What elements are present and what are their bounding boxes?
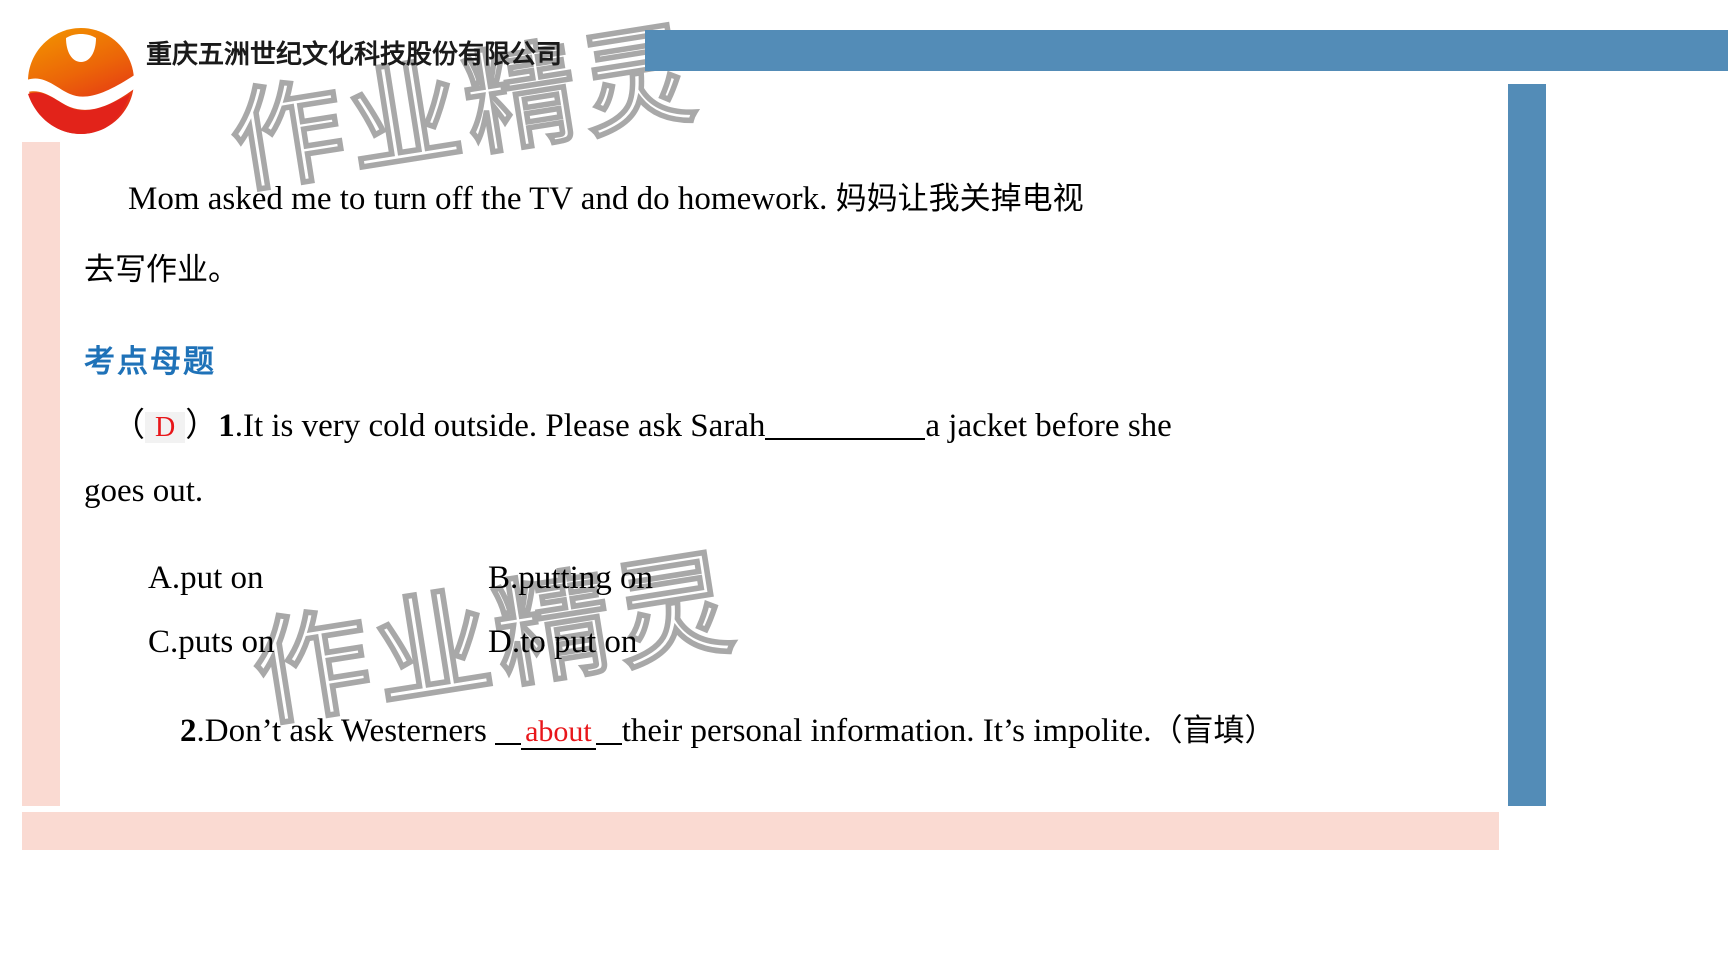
company-name: 重庆五洲世纪文化科技股份有限公司 — [146, 40, 563, 70]
paren-open: （ — [112, 405, 145, 444]
question-2-blank-left[interactable] — [495, 721, 522, 745]
slide-page: 作业精灵 作业精灵 重庆五洲世纪文化科技股份有限公司 Mom asked me … — [0, 0, 1728, 972]
question-1-answer[interactable]: D — [145, 412, 186, 443]
option-b[interactable]: B.putting on — [488, 546, 653, 610]
question-1-line-1: （D ）1.It is very cold outside. Please ask… — [84, 398, 1484, 455]
question-2-number-dot: . — [196, 713, 205, 749]
option-d[interactable]: D.to put on — [488, 610, 637, 674]
right-decor-bar — [1508, 84, 1546, 806]
question-1-options: A.put on B.putting on C.puts on D.to put… — [148, 546, 948, 674]
question-1: （D ）1.It is very cold outside. Please ask… — [84, 398, 1484, 527]
company-logo-icon — [22, 22, 140, 140]
question-1-text-part2: a jacket before she — [925, 408, 1172, 444]
options-row-2: C.puts on D.to put on — [148, 610, 948, 674]
option-a[interactable]: A.put on — [148, 546, 488, 610]
left-decor-bar — [22, 142, 60, 806]
page-header: 重庆五洲世纪文化科技股份有限公司 — [0, 0, 1728, 150]
content-body: Mom asked me to turn off the TV and do h… — [84, 164, 1484, 306]
option-c[interactable]: C.puts on — [148, 610, 488, 674]
example-sentence-chinese-line2: 去写作业。 — [84, 252, 239, 288]
question-2-answer[interactable]: about — [521, 715, 596, 750]
question-1-line-2: goes out. — [84, 473, 204, 509]
question-1-text-part1: It is very cold outside. Please ask Sara… — [242, 408, 766, 444]
question-2-number: 2 — [180, 713, 197, 749]
question-2: 2.Don’t ask Westerners about their person… — [84, 704, 1504, 759]
question-2-text-part1: Don’t ask Westerners — [204, 713, 487, 749]
question-2-tag: （盲填） — [1151, 713, 1276, 749]
question-2-blank-right[interactable] — [595, 721, 622, 745]
question-1-number-dot: . — [234, 408, 243, 444]
example-sentence-paragraph: Mom asked me to turn off the TV and do h… — [84, 164, 1484, 235]
options-row-1: A.put on B.putting on — [148, 546, 948, 610]
bottom-decor-bar — [22, 812, 1499, 850]
question-1-number: 1 — [218, 408, 235, 444]
question-2-text-part2: their personal information. It’s impolit… — [621, 713, 1152, 749]
paren-close: ） — [185, 405, 219, 444]
section-heading: 考点母题 — [84, 344, 216, 380]
question-1-blank[interactable] — [765, 414, 926, 440]
example-sentence-chinese-line1: 妈妈让我关掉电视 — [835, 181, 1084, 217]
example-sentence-english: Mom asked me to turn off the TV and do h… — [128, 181, 828, 217]
header-accent-bar — [645, 30, 1728, 71]
